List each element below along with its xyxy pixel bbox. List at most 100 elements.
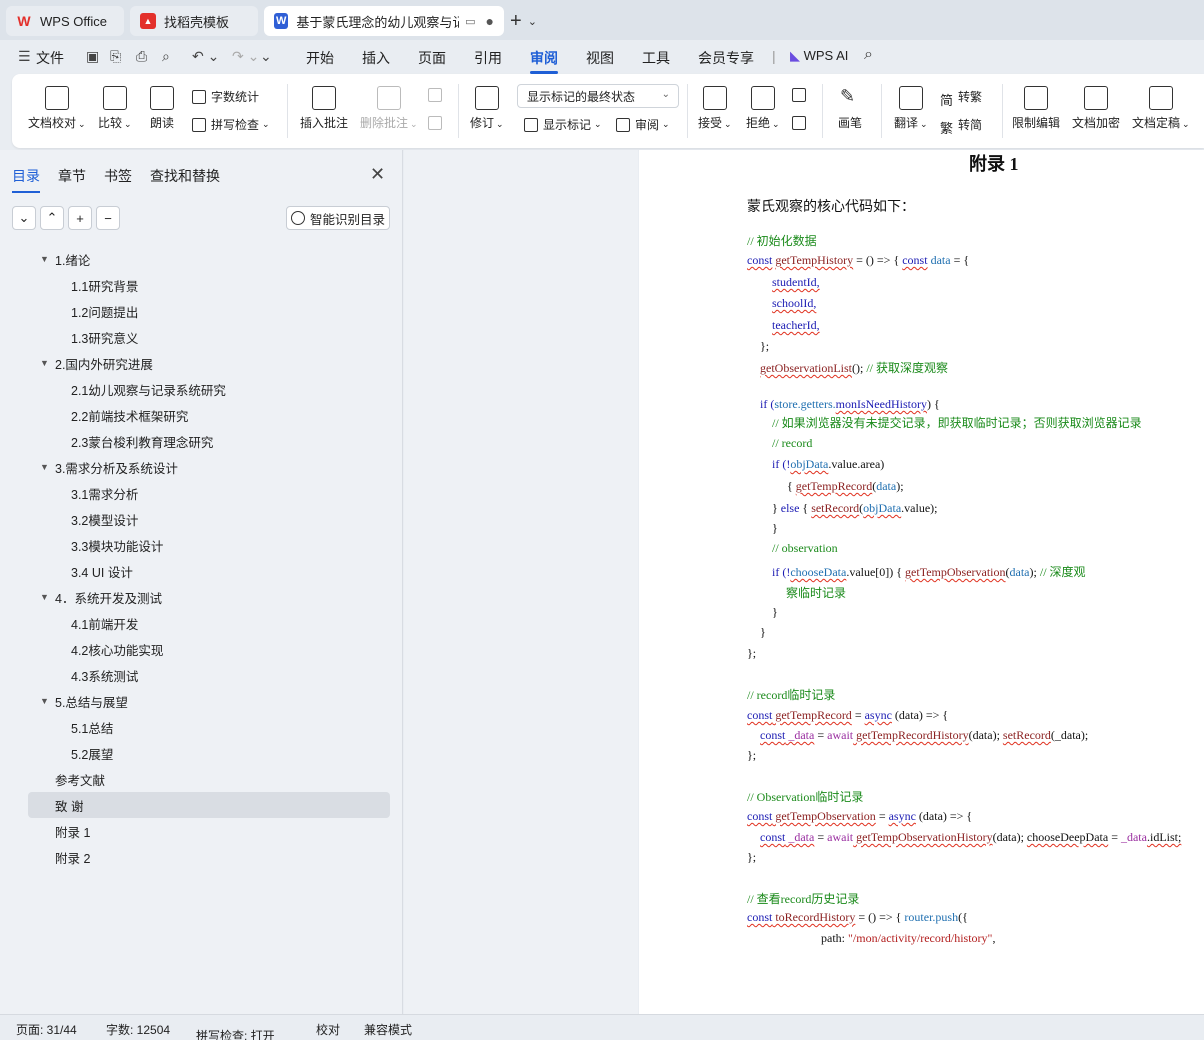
restrict-edit-button[interactable]: 限制编辑 — [1012, 86, 1060, 131]
toc-item[interactable]: ▼ 2.国内外研究进展 — [28, 350, 390, 376]
nav-tab-bookmarks[interactable]: 书签 — [104, 166, 132, 186]
menu-tools[interactable]: 工具 — [642, 48, 670, 68]
toc-item[interactable]: ▼ 3.需求分析及系统设计 — [28, 454, 390, 480]
toc-item[interactable]: ▼ 5.总结与展望 — [28, 688, 390, 714]
markup-display-select[interactable]: 显示标记的最终状态 ⌄ — [517, 84, 679, 108]
toc-item[interactable]: 3.2模型设计 — [28, 506, 390, 532]
print-preview-icon[interactable]: ⌕ — [162, 48, 170, 65]
save-icon[interactable]: ▣ — [86, 48, 99, 65]
redo-icon[interactable]: ↷ ⌄ — [232, 48, 259, 65]
ink-button[interactable]: ✎ 画笔 — [838, 86, 862, 131]
toc-item[interactable]: 3.1需求分析 — [28, 480, 390, 506]
menu-home[interactable]: 开始 — [306, 48, 334, 68]
proofread-status[interactable]: 校对 — [316, 1021, 340, 1038]
toc-item[interactable]: 4.2核心功能实现 — [28, 636, 390, 662]
new-tab-button[interactable]: + ⌄ — [510, 8, 537, 34]
toc-item[interactable]: 2.1幼儿观察与记录系统研究 — [28, 376, 390, 402]
undo-icon[interactable]: ↶ ⌄ — [192, 48, 219, 65]
toc-item[interactable]: 1.1研究背景 — [28, 272, 390, 298]
collapse-triangle-icon[interactable]: ▼ — [40, 592, 55, 602]
page-indicator[interactable]: 页面: 31/44 — [16, 1021, 77, 1038]
toc-item[interactable]: ▼ 4．系统开发及测试 — [28, 584, 390, 610]
read-aloud-button[interactable]: 朗读 — [150, 86, 174, 131]
menu-insert[interactable]: 插入 — [362, 48, 390, 68]
tab-template[interactable]: ▲ 找稻壳模板 — [130, 6, 258, 36]
menu-member[interactable]: 会员专享 — [698, 48, 754, 68]
insert-comment-button[interactable]: 插入批注 — [300, 86, 348, 131]
more-chevron-icon[interactable]: ⌄ — [260, 48, 272, 65]
toc-item[interactable]: 致 谢 — [28, 792, 390, 818]
collapse-triangle-icon[interactable]: ▼ — [40, 254, 55, 264]
toc-item[interactable]: 附录 2 — [28, 844, 390, 870]
toc-item[interactable]: 1.3研究意义 — [28, 324, 390, 350]
toc-item[interactable]: 4.1前端开发 — [28, 610, 390, 636]
track-changes-button[interactable]: 修订 ⌄ — [470, 86, 504, 131]
spell-check-button[interactable]: 拼写检查 ⌄ — [192, 116, 270, 133]
to-traditional-button[interactable]: 简转繁 — [940, 88, 982, 108]
delete-comment-button[interactable]: 删除批注 ⌄ — [360, 86, 418, 131]
word-count-button[interactable]: 字数统计 — [192, 88, 259, 105]
word-count-indicator[interactable]: 字数: 12504 — [106, 1021, 170, 1038]
nav-tab-toc[interactable]: 目录 — [12, 166, 40, 193]
nav-tab-chapters[interactable]: 章节 — [58, 166, 86, 186]
menu-file[interactable]: 文件 — [36, 48, 64, 68]
toc-list: ▼ 1.绪论 1.1研究背景 1.2问题提出 1.3研究意义 ▼ 2.国内外研究进展 2.1幼… — [28, 246, 390, 870]
chevron-down-icon[interactable]: ⌄ — [528, 15, 537, 28]
finalize-doc-button[interactable]: 文档定稿 ⌄ — [1132, 86, 1190, 131]
menu-reference[interactable]: 引用 — [474, 48, 502, 68]
collapse-triangle-icon[interactable]: ▼ — [40, 462, 55, 472]
translate-button[interactable]: 翻译 ⌄ — [894, 86, 928, 131]
wps-ai-button[interactable]: ◣ WPS AI — [790, 48, 848, 64]
collapse-triangle-icon[interactable]: ▼ — [40, 696, 55, 706]
code-line: if (!objData.value.area) — [772, 457, 884, 472]
close-icon[interactable]: ✕ — [370, 164, 385, 185]
reject-button[interactable]: 拒绝 ⌄ — [746, 86, 780, 131]
toc-item[interactable]: 参考文献 — [28, 766, 390, 792]
toc-item[interactable]: 4.3系统测试 — [28, 662, 390, 688]
document-page[interactable]: 附录 1 蒙氏观察的核心代码如下： // 初始化数据 const getTemp… — [639, 150, 1204, 1014]
to-simplified-button[interactable]: 繁转简 — [940, 116, 982, 136]
doc-check-button[interactable]: 文档校对 ⌄ — [28, 86, 86, 131]
encrypt-doc-button[interactable]: 文档加密 — [1072, 86, 1120, 131]
toc-item[interactable]: 2.3蒙台梭利教育理念研究 — [28, 428, 390, 454]
prev-change-button[interactable] — [792, 88, 811, 102]
unsaved-dot-icon[interactable]: ● — [486, 13, 494, 29]
toc-item[interactable]: ▼ 1.绪论 — [28, 246, 390, 272]
code-token: _data — [1120, 830, 1147, 844]
menu-review[interactable]: 审阅 — [530, 48, 558, 74]
intro-paragraph: 蒙氏观察的核心代码如下： — [747, 199, 915, 215]
menu-page[interactable]: 页面 — [418, 48, 446, 68]
track-changes-icon — [474, 86, 499, 110]
accept-button[interactable]: 接受 ⌄ — [698, 86, 732, 131]
compare-button[interactable]: 比较 ⌄ — [98, 86, 132, 131]
toc-item[interactable]: 3.3模块功能设计 — [28, 532, 390, 558]
menu-view[interactable]: 视图 — [586, 48, 614, 68]
remove-heading-button[interactable]: − — [96, 206, 120, 230]
toc-item[interactable]: 2.2前端技术框架研究 — [28, 402, 390, 428]
hamburger-icon[interactable]: ☰ — [18, 48, 31, 65]
print-icon[interactable]: ⎙ — [136, 48, 147, 65]
collapse-triangle-icon[interactable]: ▼ — [40, 358, 55, 368]
add-heading-button[interactable]: + — [68, 206, 92, 230]
search-icon[interactable]: ⌕ — [864, 46, 873, 64]
tab-wps-office[interactable]: W WPS Office — [6, 6, 124, 36]
review-pane-button[interactable]: 审阅 ⌄ — [616, 116, 670, 133]
next-comment-button[interactable] — [428, 116, 447, 130]
nav-tab-find-replace[interactable]: 查找和替换 — [150, 166, 220, 186]
toc-item[interactable]: 附录 1 — [28, 818, 390, 844]
tab-document[interactable]: W 基于蒙氏理念的幼儿观察与记录 ▭ ● — [264, 6, 504, 36]
next-change-button[interactable] — [792, 116, 811, 130]
collapse-up-button[interactable]: ⌃ — [40, 206, 64, 230]
prev-comment-button[interactable] — [428, 88, 447, 102]
show-markup-button[interactable]: 显示标记 ⌄ — [524, 116, 602, 133]
code-line: }; — [747, 850, 757, 864]
toc-item[interactable]: 3.4 UI 设计 — [28, 558, 390, 584]
toc-item[interactable]: 5.1总结 — [28, 714, 390, 740]
export-icon[interactable]: ⎘ — [110, 48, 121, 65]
ai-logo-icon: ◣ — [790, 48, 804, 63]
toc-item[interactable]: 1.2问题提出 — [28, 298, 390, 324]
tab-bar: W WPS Office ▲ 找稻壳模板 W 基于蒙氏理念的幼儿观察与记录 ▭ … — [0, 0, 1204, 40]
expand-down-button[interactable]: ⌄ — [12, 206, 36, 230]
smart-toc-button[interactable]: 智能识别目录 — [286, 206, 390, 230]
toc-item[interactable]: 5.2展望 — [28, 740, 390, 766]
